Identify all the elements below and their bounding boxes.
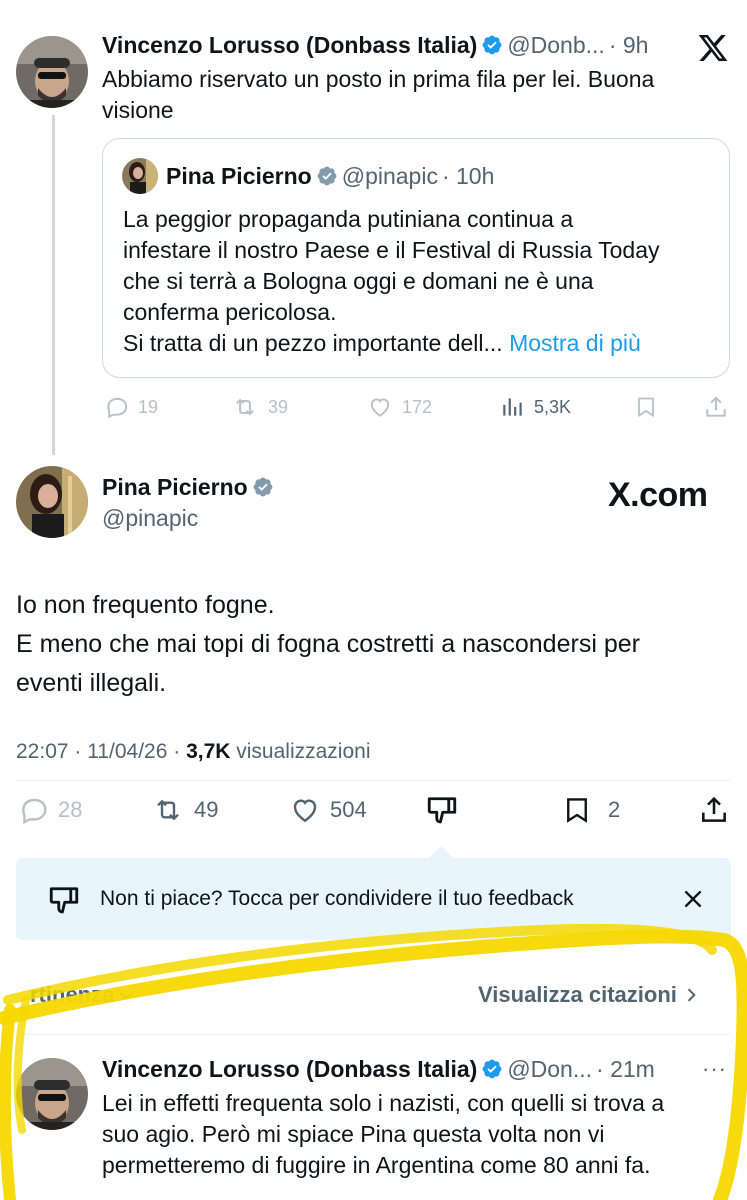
quoted-text-line: conferma pericolosa.: [123, 299, 337, 325]
divider: [16, 780, 731, 781]
main-author-name[interactable]: Pina Picierno: [102, 474, 248, 500]
main-reply-button[interactable]: 28: [18, 794, 82, 826]
share-button[interactable]: [703, 394, 729, 420]
feedback-text[interactable]: Non ti piace? Tocca per condividere il t…: [100, 887, 574, 911]
quoted-author-name[interactable]: Pina Picierno: [166, 163, 312, 189]
repost-icon: [230, 394, 260, 420]
view-quotes-link[interactable]: Visualizza citazioni: [478, 982, 701, 1008]
like-count: 172: [402, 396, 433, 417]
tweet-text-line: visione: [102, 97, 174, 123]
views-label: visualizzazioni: [230, 740, 371, 763]
reply-count: 19: [138, 396, 159, 417]
views-count: 5,3K: [534, 396, 572, 417]
quoted-text-line: che si terrà a Bologna oggi e domani ne …: [123, 268, 594, 294]
avatar-picierno[interactable]: [16, 466, 88, 538]
feedback-close-button[interactable]: [680, 886, 706, 912]
views-count-main: 3,7K: [186, 740, 231, 763]
repost-button[interactable]: 39: [230, 394, 288, 420]
quoted-text-truncated: Si tratta di un pezzo importante dell...: [123, 330, 503, 356]
main-author-handle[interactable]: @pinapic: [102, 505, 198, 532]
main-like-count: 504: [330, 797, 367, 822]
quoted-text-line: La peggior propaganda putiniana continua…: [123, 206, 574, 232]
main-reply-count: 28: [58, 797, 83, 822]
chevron-right-icon: [687, 988, 696, 1002]
reply-tweet-header: Vincenzo Lorusso (Donbass Italia) @Don...…: [102, 1056, 655, 1083]
quoted-tweet-text: La peggior propaganda putiniana continua…: [123, 204, 723, 359]
verified-badge-icon: [253, 477, 273, 497]
tweet-text-line: Abbiamo riservato un posto in prima fila…: [102, 66, 655, 92]
main-text-line: E meno che mai topi di fogna costretti a…: [16, 630, 640, 658]
more-options-icon[interactable]: ···: [702, 1056, 727, 1082]
reply-author-handle[interactable]: @Don...: [507, 1056, 592, 1082]
divider: [16, 1034, 731, 1035]
sort-label: rtinenza: [30, 982, 115, 1007]
main-text-line: Io non frequento fogne.: [16, 591, 275, 619]
view-quotes-label: Visualizza citazioni: [478, 982, 677, 1007]
main-share-button[interactable]: [698, 794, 730, 826]
main-repost-button[interactable]: 49: [150, 794, 218, 826]
heart-icon: [366, 394, 394, 420]
tweet-time[interactable]: · 9h: [609, 32, 649, 58]
reply-button[interactable]: 19: [104, 394, 158, 420]
chevron-down-icon: [119, 991, 133, 1000]
reply-tweet-text: Lei in effetti frequenta solo i nazisti,…: [102, 1088, 664, 1181]
top-tweet-header: Vincenzo Lorusso (Donbass Italia) @Donb..…: [102, 32, 648, 59]
author-name[interactable]: Vincenzo Lorusso (Donbass Italia): [102, 32, 477, 58]
heart-icon: [288, 794, 322, 826]
close-icon: [684, 890, 702, 908]
reply-text-line: permetteremo di fuggire in Argentina com…: [102, 1152, 651, 1178]
thumbs-down-icon: [427, 797, 457, 824]
thread-line: [52, 115, 55, 455]
sort-dropdown[interactable]: rtinenza: [30, 982, 136, 1008]
avatar-lorusso-reply[interactable]: [16, 1058, 88, 1130]
show-more-link[interactable]: Mostra di più: [509, 330, 641, 356]
main-bookmark-count: 2: [608, 797, 621, 822]
reply-text-line: Lei in effetti frequenta solo i nazisti,…: [102, 1090, 665, 1116]
main-tweet-text: Io non frequento fogne. E meno che mai t…: [16, 586, 640, 703]
views-button[interactable]: 5,3K: [500, 394, 571, 420]
reply-icon: [18, 794, 50, 826]
repost-icon: [150, 794, 186, 826]
repost-count: 39: [268, 396, 289, 417]
quoted-tweet-header: Pina Picierno @pinapic · 10h: [166, 163, 494, 190]
quoted-text-line: Si tratta di un pezzo importante dell...…: [123, 328, 723, 359]
bookmark-button[interactable]: [634, 394, 658, 420]
reply-text-line: suo agio. Però mi spiace Pina questa vol…: [102, 1121, 605, 1147]
bookmark-icon: [638, 397, 654, 418]
share-icon: [706, 396, 726, 417]
reply-icon: [104, 394, 130, 420]
author-handle[interactable]: @Donb...: [507, 32, 605, 58]
main-tweet-header: Pina Picierno: [102, 474, 278, 501]
dislike-button[interactable]: [424, 792, 460, 828]
bookmark-icon: [562, 794, 592, 826]
main-tweet-meta: 22:07 · 11/04/26 · 3,7K visualizzazioni: [16, 740, 370, 764]
avatar-picierno-small[interactable]: [122, 158, 158, 194]
x-com-watermark: X.com: [608, 476, 708, 514]
share-icon: [702, 796, 726, 822]
verified-badge-icon: [317, 166, 337, 186]
reply-author-name[interactable]: Vincenzo Lorusso (Donbass Italia): [102, 1056, 477, 1082]
quoted-tweet-time[interactable]: · 10h: [442, 163, 494, 189]
main-like-button[interactable]: 504: [288, 794, 367, 826]
main-bookmark-button[interactable]: 2: [562, 794, 620, 826]
verified-badge-icon: [482, 1059, 502, 1079]
verified-badge-icon: [482, 35, 502, 55]
reply-tweet-time[interactable]: · 21m: [596, 1056, 655, 1082]
avatar-lorusso[interactable]: [16, 36, 88, 108]
like-button[interactable]: 172: [366, 394, 432, 420]
x-logo-icon[interactable]: [696, 32, 730, 69]
quoted-author-handle[interactable]: @pinapic: [342, 163, 438, 189]
main-repost-count: 49: [194, 797, 219, 822]
quoted-text-line: infestare il nostro Paese e il Festival …: [123, 237, 660, 263]
feedback-thumbs-down-icon: [46, 882, 82, 918]
timestamp[interactable]: 22:07 · 11/04/26 ·: [16, 740, 186, 763]
main-text-line: eventi illegali.: [16, 669, 167, 697]
top-tweet-text: Abbiamo riservato un posto in prima fila…: [102, 64, 654, 126]
analytics-icon: [500, 394, 526, 420]
